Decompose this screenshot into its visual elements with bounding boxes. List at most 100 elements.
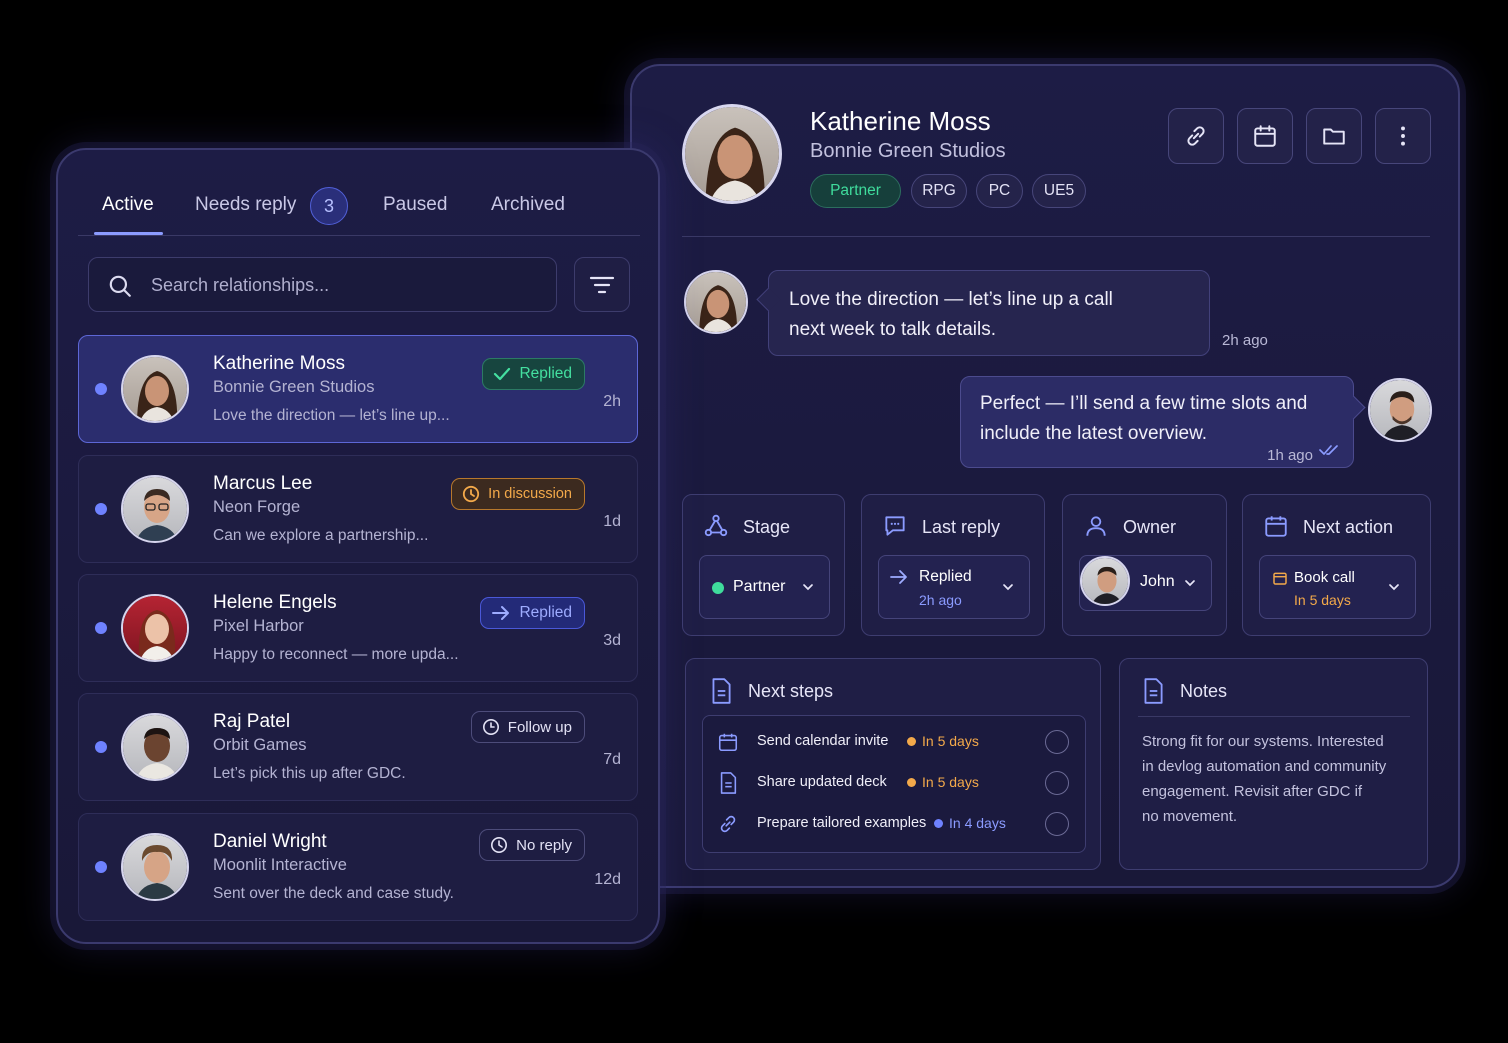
search-input[interactable]	[151, 268, 531, 302]
calendar-icon	[1265, 516, 1287, 537]
contact-company: Orbit Games	[213, 736, 307, 754]
status-label: Replied	[519, 365, 572, 382]
notes-body[interactable]: Strong fit for our systems. Interested i…	[1142, 729, 1412, 829]
tab-archived[interactable]: Archived	[491, 194, 565, 216]
stage-value: Partner	[733, 578, 786, 595]
contact-detail-panel: Katherine Moss Bonnie Green Studios Part…	[630, 64, 1460, 888]
folder-icon	[1323, 128, 1345, 145]
owner-avatar	[1080, 556, 1130, 606]
filter-icon	[589, 276, 615, 293]
calendar-icon	[718, 733, 738, 752]
notes-line: no movement.	[1142, 808, 1238, 825]
step-due: In 5 days	[907, 774, 979, 790]
status-label: Replied	[519, 604, 572, 621]
search-icon	[109, 275, 131, 297]
chevron-down-icon	[1185, 580, 1195, 587]
stage-status-dot	[712, 582, 724, 594]
step-item[interactable]: Send calendar invite In 5 days	[703, 722, 1087, 762]
owner-card: Owner John	[1062, 494, 1227, 636]
sender-avatar	[684, 270, 748, 334]
step-due: In 4 days	[934, 815, 1006, 831]
arrow-right-icon	[492, 606, 510, 620]
tab-paused[interactable]: Paused	[383, 194, 447, 216]
calendar-icon	[1254, 125, 1276, 147]
stage-card: Stage Partner	[682, 494, 845, 636]
message-text-line: Perfect — I’ll send a few time slots and	[980, 393, 1308, 414]
arrow-right-icon	[890, 570, 907, 584]
step-label: Share updated deck	[757, 774, 887, 790]
tag-partner[interactable]: Partner	[810, 174, 901, 208]
message-preview: Can we explore a partnership...	[213, 527, 429, 544]
step-item[interactable]: Share updated deck In 5 days	[703, 763, 1087, 803]
status-label: In discussion	[488, 486, 572, 502]
contact-card-daniel-wright[interactable]: Daniel Wright Moonlit Interactive Sent o…	[78, 813, 638, 921]
message-preview: Happy to reconnect — more upda...	[213, 646, 459, 663]
avatar	[121, 833, 189, 901]
stage-title: Stage	[743, 517, 791, 537]
owner-select[interactable]: John	[1079, 555, 1212, 611]
contact-card-katherine-moss[interactable]: Katherine Moss Bonnie Green Studios Love…	[78, 335, 638, 443]
filter-button[interactable]	[574, 257, 630, 312]
link-icon	[720, 815, 736, 833]
tag-rpg[interactable]: RPG	[911, 174, 967, 208]
stage-select[interactable]: Partner	[699, 555, 830, 619]
header-divider	[682, 236, 1430, 237]
status-label: No reply	[516, 836, 572, 854]
link-button[interactable]	[1168, 108, 1224, 164]
active-tab-indicator	[94, 232, 163, 235]
last-reply-title: Last reply	[922, 517, 1001, 537]
contact-company: Neon Forge	[213, 498, 301, 516]
step-checkbox[interactable]	[1045, 812, 1069, 836]
contact-time: 1d	[603, 513, 621, 530]
document-icon	[720, 772, 737, 794]
notes-line: Strong fit for our systems. Interested	[1142, 733, 1384, 750]
profile-name: Katherine Moss	[810, 106, 991, 136]
contact-card-marcus-lee[interactable]: Marcus Lee Neon Forge Can we explore a p…	[78, 455, 638, 563]
check-icon	[494, 367, 511, 381]
last-reply-select[interactable]: Replied 2h ago	[878, 555, 1030, 619]
contact-time: 2h	[603, 393, 621, 410]
status-label: Follow up	[507, 718, 572, 736]
tag-ue5[interactable]: UE5	[1032, 174, 1086, 208]
contact-name: Raj Patel	[213, 711, 291, 732]
notes-line: engagement. Revisit after GDC if	[1142, 783, 1363, 800]
step-item[interactable]: Prepare tailored examples In 4 days	[703, 804, 1087, 844]
unread-dot	[95, 741, 107, 753]
read-receipt-icon	[1319, 445, 1338, 455]
last-reply-value: Replied	[919, 568, 972, 585]
notes-divider	[1138, 716, 1410, 717]
calendar-small-icon	[1273, 572, 1287, 585]
owner-title: Owner	[1123, 517, 1177, 537]
step-checkbox[interactable]	[1045, 730, 1069, 754]
next-action-due: In 5 days	[1294, 592, 1351, 608]
tab-needs-reply[interactable]: Needs reply	[195, 194, 296, 216]
message-time: 1h ago	[1267, 447, 1313, 464]
contact-name: Daniel Wright	[213, 831, 327, 852]
tab-bar: Active Needs reply 3 Paused Archived	[78, 150, 640, 236]
link-icon	[1187, 126, 1205, 146]
step-label: Prepare tailored examples	[757, 815, 927, 831]
message-preview: Love the direction — let’s line up...	[213, 407, 450, 424]
follow-up-icon	[482, 719, 499, 735]
message-time: 2h ago	[1222, 332, 1268, 349]
contact-card-helene-engels[interactable]: Helene Engels Pixel Harbor Happy to reco…	[78, 574, 638, 682]
avatar	[121, 475, 189, 543]
status-badge: In discussion	[451, 478, 585, 510]
outgoing-message: Perfect — I’ll send a few time slots and…	[960, 376, 1354, 468]
unread-dot	[95, 622, 107, 634]
chevron-down-icon	[803, 584, 813, 591]
message-preview: Let’s pick this up after GDC.	[213, 765, 406, 782]
incoming-message: Love the direction — let’s line up a cal…	[768, 270, 1210, 356]
folder-button[interactable]	[1306, 108, 1362, 164]
tag-pc[interactable]: PC	[976, 174, 1023, 208]
status-badge: No reply	[479, 829, 585, 861]
calendar-button[interactable]	[1237, 108, 1293, 164]
step-checkbox[interactable]	[1045, 771, 1069, 795]
more-options-button[interactable]	[1375, 108, 1431, 164]
tab-active[interactable]: Active	[102, 194, 154, 216]
notes-title: Notes	[1180, 681, 1228, 701]
notes-line: in devlog automation and community	[1142, 758, 1387, 775]
next-action-select[interactable]: Book call In 5 days	[1259, 555, 1416, 619]
avatar	[121, 713, 189, 781]
contact-card-raj-patel[interactable]: Raj Patel Orbit Games Let’s pick this up…	[78, 693, 638, 801]
